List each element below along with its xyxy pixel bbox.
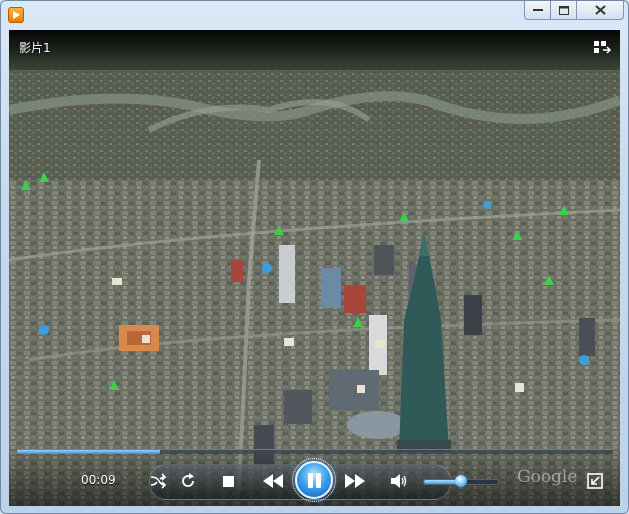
- stop-button[interactable]: [220, 473, 236, 489]
- caption-buttons: [524, 1, 624, 21]
- close-icon: [594, 5, 606, 15]
- media-player-app-icon[interactable]: [8, 7, 24, 23]
- previous-button[interactable]: [255, 469, 291, 493]
- shuffle-button[interactable]: [148, 472, 168, 490]
- video-area[interactable]: 影片1 00:09 Google: [9, 30, 620, 506]
- video-top-shade: [9, 30, 620, 68]
- video-title: 影片1: [19, 41, 51, 55]
- seek-bar[interactable]: [17, 449, 613, 454]
- close-button[interactable]: [577, 1, 624, 20]
- google-watermark: Google: [517, 467, 578, 487]
- repeat-icon: [182, 473, 194, 487]
- fullscreen-icon: [587, 473, 603, 489]
- next-icon: [345, 474, 365, 488]
- media-player-window: 影片1 00:09 Google: [0, 0, 629, 514]
- video-frame-city-aerial: [9, 30, 620, 506]
- minimize-icon: [532, 9, 543, 11]
- seek-bar-progress: [17, 450, 161, 454]
- repeat-button[interactable]: [178, 471, 198, 491]
- minimize-button[interactable]: [524, 1, 551, 20]
- maximize-button[interactable]: [551, 1, 577, 20]
- volume-slider-thumb[interactable]: [455, 475, 467, 487]
- mute-button[interactable]: [388, 471, 410, 491]
- pause-button[interactable]: [292, 458, 336, 502]
- stop-icon: [222, 475, 234, 487]
- next-button[interactable]: [337, 469, 373, 493]
- previous-icon: [263, 474, 283, 488]
- switch-to-library-icon[interactable]: [592, 39, 612, 55]
- volume-icon: [391, 474, 407, 488]
- fullscreen-button[interactable]: [585, 471, 605, 491]
- elapsed-time: 00:09: [81, 473, 116, 487]
- maximize-icon: [558, 5, 569, 15]
- title-bar[interactable]: [1, 1, 628, 29]
- shuffle-icon: [150, 473, 167, 489]
- volume-slider[interactable]: [423, 475, 499, 487]
